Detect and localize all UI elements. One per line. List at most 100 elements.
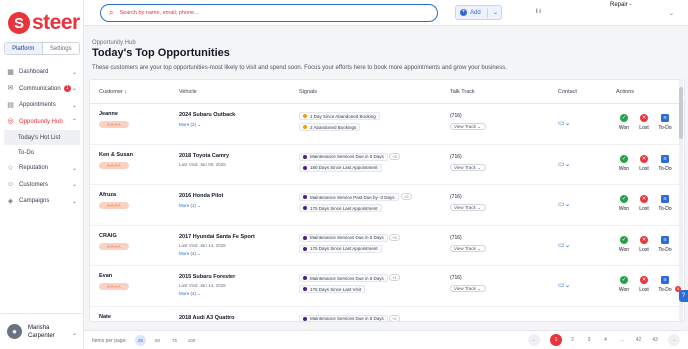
customer-column-header[interactable]: Customer ↓ bbox=[99, 89, 127, 95]
page-number[interactable]: ... bbox=[616, 334, 628, 346]
lost-button[interactable]: ✕ Lost bbox=[636, 114, 652, 131]
won-button[interactable]: ✓ Won bbox=[616, 276, 632, 293]
platform-settings-toggle: Platform Settings bbox=[4, 42, 80, 55]
sidebar-item-opportunity-hub[interactable]: ◎ Opportunity Hub ⌃ bbox=[0, 114, 84, 131]
todo-button[interactable]: ≡ To-Do bbox=[657, 154, 673, 172]
table-row[interactable]: Jeanne AAAA 2024 Subaru Outback More (2) ⌄ 1… bbox=[90, 104, 684, 145]
table-row[interactable]: Evan AAAA 2015 Subaru Forester Last Visit: … bbox=[90, 266, 684, 307]
todo-button[interactable]: ≡ To-Do bbox=[657, 276, 673, 293]
user-menu[interactable]: ● Marisha Carpenter ⌄ bbox=[0, 313, 84, 349]
signal-dot bbox=[303, 287, 307, 291]
page-size-option[interactable]: 25 bbox=[135, 335, 146, 346]
location-text: I i bbox=[536, 9, 541, 15]
todo-button[interactable]: ≡ To-Do bbox=[657, 195, 673, 212]
signal-text: 175 Days Since Last Visit bbox=[310, 286, 361, 292]
rating-badge: AAAA bbox=[99, 283, 129, 290]
page-size-option[interactable]: 75 bbox=[169, 335, 180, 346]
sidebar-item-campaigns[interactable]: ◈ Campaigns ⌄ bbox=[0, 193, 84, 210]
customer-name[interactable]: Ken & Susan bbox=[99, 152, 133, 158]
tab-settings[interactable]: Settings bbox=[43, 43, 80, 54]
page-number[interactable]: 43 bbox=[649, 334, 661, 346]
view-track-label: View Track bbox=[454, 245, 476, 251]
sidebar-item-to-do[interactable]: To-Do bbox=[0, 145, 84, 160]
sidebar-item-appointments[interactable]: ▤ Appointments ⌄ bbox=[0, 97, 84, 114]
tab-platform[interactable]: Platform bbox=[5, 43, 43, 54]
table-row[interactable]: Ken & Susan AAAA 2018 Toyota Camry Last Vis… bbox=[90, 145, 684, 185]
chat-icon[interactable]: ▭⌄ bbox=[558, 200, 570, 208]
more-signals-badge[interactable]: +2 bbox=[401, 193, 412, 200]
vehicle-more-link[interactable]: More (2) ⌄ bbox=[179, 122, 201, 128]
view-track-button[interactable]: View Track ⌄ bbox=[450, 204, 486, 211]
todo-button[interactable]: ≡ To-Do bbox=[657, 235, 673, 253]
customer-name[interactable]: Jeanne bbox=[99, 111, 118, 117]
sidebar: S steer Platform Settings ▦ Dashboard ⌄ … bbox=[0, 0, 84, 349]
table-row[interactable]: CRAIG AAAA 2017 Hyundai Santa Fe Sport Last… bbox=[90, 226, 684, 266]
steer-logo[interactable]: S steer bbox=[8, 11, 80, 35]
sidebar-item-reputation[interactable]: ☆ Reputation ⌄ bbox=[0, 160, 84, 177]
page-number[interactable]: 3 bbox=[583, 334, 595, 346]
sidebar-item-customers[interactable]: ☺ Customers ⌄ bbox=[0, 177, 84, 194]
vehicle-more-link[interactable]: More (1) ⌄ bbox=[179, 203, 201, 209]
search-input[interactable] bbox=[119, 10, 420, 16]
lost-button[interactable]: ✕ Lost bbox=[636, 154, 652, 172]
view-track-label: View Track bbox=[454, 286, 476, 291]
view-track-button[interactable]: View Track ⌄ bbox=[450, 163, 486, 171]
steer-logo-text: steer bbox=[32, 11, 80, 34]
vehicle-more-link[interactable]: More (4) ⌄ bbox=[179, 251, 201, 257]
todo-button[interactable]: ≡ To-Do bbox=[657, 114, 673, 131]
page-size-option[interactable]: 100 bbox=[186, 335, 197, 346]
lost-button[interactable]: ✕ Lost bbox=[636, 195, 652, 212]
scrollbar-thumb[interactable] bbox=[679, 87, 683, 139]
table-row[interactable]: Afruza AAAA 2016 Honda Pilot More (1) ⌄ Main… bbox=[90, 185, 684, 226]
page-number[interactable]: 4 bbox=[600, 334, 612, 346]
add-button-label: Add bbox=[470, 9, 481, 16]
won-button[interactable]: ✓ Won bbox=[616, 235, 632, 253]
vehicle-more-link[interactable]: More (4) ⌄ bbox=[179, 291, 201, 297]
more-signals-badge[interactable]: +1 bbox=[389, 274, 400, 281]
table-header: Customer ↓ Vehicle Signals Talk Track Co… bbox=[90, 80, 684, 104]
chat-icon[interactable]: ▭⌄ bbox=[558, 281, 570, 289]
more-signals-badge[interactable]: +3 bbox=[389, 152, 400, 160]
page-number[interactable]: 42 bbox=[633, 334, 645, 346]
lost-button[interactable]: ✕ Lost bbox=[636, 235, 652, 253]
customer-name[interactable]: CRAIG bbox=[99, 233, 117, 239]
search-box[interactable]: ⌕ bbox=[100, 4, 438, 22]
customer-name[interactable]: Evan bbox=[99, 273, 112, 279]
chat-icon[interactable]: ▭⌄ bbox=[558, 241, 570, 249]
page-size-option[interactable]: 50 bbox=[152, 335, 163, 346]
sidebar-item-communication[interactable]: ✉ Communication 1 ⌄ bbox=[0, 81, 84, 98]
page-number[interactable]: 2 bbox=[567, 334, 579, 346]
todo-label: To-Do bbox=[658, 206, 672, 212]
customer-name[interactable]: Afruza bbox=[99, 192, 116, 198]
more-signals-badge[interactable]: +2 bbox=[389, 314, 400, 321]
lost-label: Lost bbox=[639, 246, 649, 253]
chat-icon[interactable]: ▭⌄ bbox=[558, 119, 570, 127]
page-number[interactable]: 1 bbox=[550, 334, 562, 346]
shop-selector-label[interactable]: Repair - bbox=[610, 2, 631, 8]
breadcrumb[interactable]: Opportunity Hub bbox=[92, 40, 136, 46]
view-track-button[interactable]: View Track ⌄ bbox=[450, 123, 486, 130]
prev-page-icon[interactable]: ← bbox=[528, 334, 540, 346]
signal-chip: 175 Days Since Last Appointment bbox=[299, 244, 382, 253]
more-signals-badge[interactable]: +3 bbox=[389, 233, 400, 241]
chevron-down-icon[interactable]: ⌄ bbox=[669, 10, 674, 17]
won-button[interactable]: ✓ Won bbox=[616, 154, 632, 172]
view-track-button[interactable]: View Track ⌄ bbox=[450, 244, 486, 252]
signal-text: 1 Day Since Abandoned Booking bbox=[310, 113, 376, 119]
won-button[interactable]: ✓ Won bbox=[616, 195, 632, 212]
signal-dot bbox=[303, 195, 307, 199]
sidebar-item-todays-hot-list[interactable]: Today's Hot List bbox=[4, 130, 80, 145]
sidebar-item-dashboard[interactable]: ▦ Dashboard ⌄ bbox=[0, 64, 84, 81]
chat-icon[interactable]: ▭⌄ bbox=[558, 160, 570, 168]
customer-name[interactable]: Nate bbox=[99, 314, 111, 320]
table-row[interactable]: Nate 2018 Audi A3 Quattro Maintenance Serv… bbox=[90, 307, 684, 321]
won-button[interactable]: ✓ Won bbox=[616, 114, 632, 131]
user-first-name: Marisha bbox=[28, 324, 50, 331]
lost-button[interactable]: ✕ Lost bbox=[636, 276, 652, 293]
check-circle-icon: ✓ bbox=[620, 154, 628, 163]
add-button[interactable]: + Add ⌄ bbox=[455, 5, 502, 20]
next-page-icon[interactable]: → bbox=[668, 334, 680, 346]
help-button[interactable]: ? bbox=[679, 290, 688, 302]
view-track-button[interactable]: View Track ⌄ bbox=[450, 285, 486, 292]
phone-number: (716) bbox=[450, 275, 462, 281]
